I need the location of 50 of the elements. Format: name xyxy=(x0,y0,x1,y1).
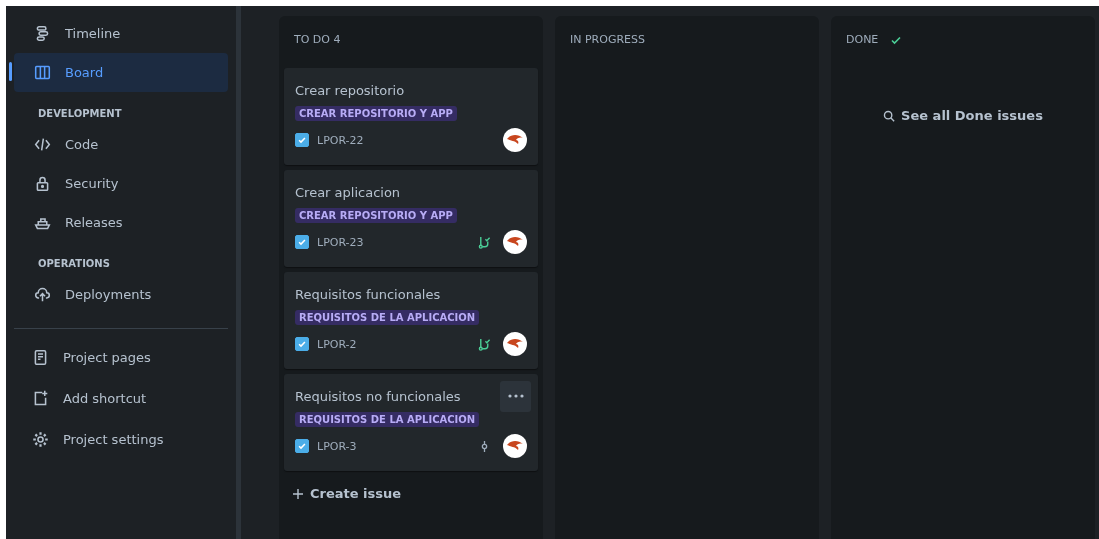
timeline-icon xyxy=(34,25,51,42)
shortcut-icon xyxy=(32,390,49,407)
nav-item[interactable]: Board xyxy=(14,53,229,92)
plus-icon xyxy=(292,487,304,500)
column-title: DONE xyxy=(846,33,879,46)
branch-icon xyxy=(478,337,491,351)
more-button[interactable] xyxy=(500,380,531,412)
column-title: IN PROGRESS xyxy=(570,33,645,46)
see-all-link[interactable]: See all Done issues xyxy=(883,108,1043,123)
column-title: TO DO 4 xyxy=(294,33,341,46)
epic-label: CREAR REPOSITORIO Y APP xyxy=(295,208,457,223)
section-heading: DEVELOPMENT xyxy=(37,107,123,121)
create-issue-button[interactable]: Create issue xyxy=(284,476,538,511)
issue-title: Requisitos no funcionales xyxy=(295,388,461,404)
more-icon xyxy=(507,394,524,398)
avatar-icon xyxy=(503,332,527,356)
issue-key: LPOR-3 xyxy=(317,439,357,453)
issue-card[interactable]: Crear repositorio CREAR REPOSITORIO Y APP LPOR-22 xyxy=(284,68,538,165)
issue-key: LPOR-23 xyxy=(317,235,364,249)
avatar-icon xyxy=(503,230,527,254)
issue-card[interactable]: Crear aplicacion CREAR REPOSITORIO Y APP LPOR-23 xyxy=(284,170,538,267)
epic-label: CREAR REPOSITORIO Y APP xyxy=(295,106,457,121)
issue-key: LPOR-22 xyxy=(317,133,364,147)
issue-key: LPOR-2 xyxy=(317,337,357,351)
issue-title: Crear aplicacion xyxy=(295,184,401,200)
code-icon xyxy=(34,136,51,153)
lock-icon xyxy=(34,175,51,192)
nav-item[interactable]: Project settings xyxy=(14,419,229,460)
nav-item[interactable]: Timeline xyxy=(14,14,229,53)
issue-card[interactable]: Requisitos funcionales REQUISITOS DE LA APLICACION LPOR-2 xyxy=(284,272,538,369)
gear-icon xyxy=(32,431,49,448)
epic-label: REQUISITOS DE LA APLICACION xyxy=(295,412,480,427)
nav-item[interactable]: Security xyxy=(14,164,229,203)
issue-card[interactable]: Requisitos no funcionales REQUISITOS DE LA APLICACION LPOR-3 xyxy=(284,374,538,471)
avatar-icon xyxy=(503,128,527,152)
cloud-icon xyxy=(34,286,51,303)
section-heading: OPERATIONS xyxy=(37,257,111,271)
page-icon xyxy=(32,349,49,366)
issue-title: Requisitos funcionales xyxy=(295,286,441,302)
avatar-icon xyxy=(503,434,527,458)
nav-item[interactable]: Add shortcut xyxy=(14,378,229,419)
nav-item[interactable]: Deployments xyxy=(14,275,229,314)
epic-label: REQUISITOS DE LA APLICACION xyxy=(295,310,480,325)
search-icon xyxy=(883,109,896,122)
board-icon xyxy=(34,64,51,81)
branch-icon xyxy=(478,235,491,249)
issue-title: Crear repositorio xyxy=(295,82,405,98)
nav-item[interactable]: Releases xyxy=(14,203,229,242)
nav-item[interactable]: Code xyxy=(14,125,229,164)
nav-item[interactable]: Project pages xyxy=(14,337,229,378)
